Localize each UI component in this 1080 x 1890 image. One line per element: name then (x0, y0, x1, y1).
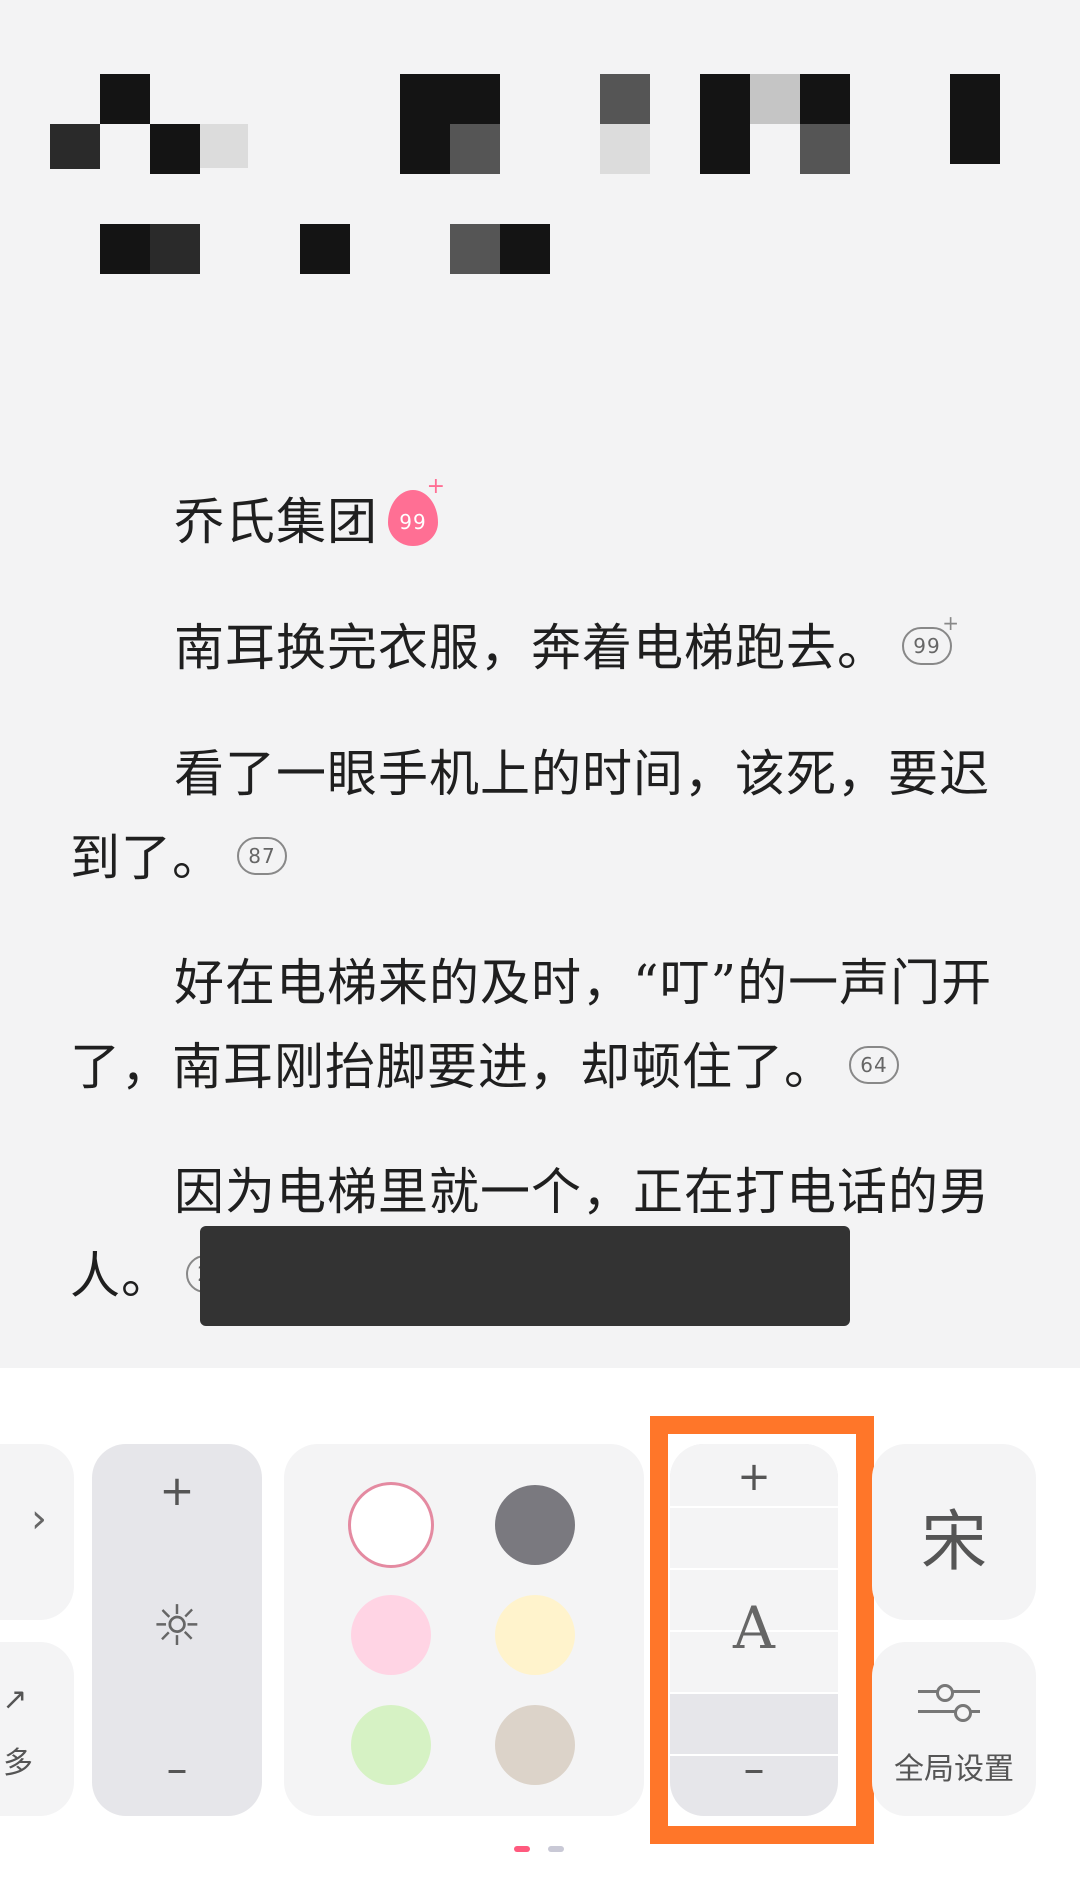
chapter-name: 乔氏集团 (174, 493, 378, 551)
background-color-swatch[interactable] (351, 1705, 431, 1785)
brightness-decrease-button[interactable]: – (92, 1744, 262, 1793)
background-color-swatch[interactable] (495, 1705, 575, 1785)
paragraph: 南耳换完衣服，奔着电梯跑去。 99 + (174, 611, 960, 677)
font-face-label: 宋 (921, 1503, 987, 1580)
paragraph-comment-bubble[interactable]: 87 (237, 837, 287, 875)
page-indicator (548, 1846, 564, 1852)
chapter-hot-badge[interactable]: 99 + (388, 476, 445, 546)
sliders-icon (918, 1682, 980, 1722)
paragraph: 看了一眼手机上的时间，该死，要迟到了。 87 (70, 745, 990, 887)
previous-option-card[interactable]: › (0, 1444, 74, 1620)
background-color-swatch-selected[interactable] (351, 1485, 431, 1565)
background-color-swatch[interactable] (351, 1595, 431, 1675)
global-settings-button[interactable]: 全局设置 (872, 1642, 1036, 1816)
highlight-frame (650, 1416, 874, 1844)
brightness-sun-icon: ☼ (151, 1594, 203, 1659)
font-face-button[interactable]: 宋 (872, 1444, 1036, 1620)
reading-area: 乔氏集团 99 + 南耳换完衣服，奔着电梯跑去。 99 + 看了一眼手机上的时间，该死，… (0, 0, 1080, 1368)
paragraph: 好在电梯来的及时，“叮”的一声门开了，南耳刚抬脚要进，却顿住了。 64 (70, 954, 993, 1096)
more-settings-label: 多 (3, 1746, 33, 1781)
more-settings-card[interactable]: ↗ 多 (0, 1642, 74, 1816)
global-settings-label: 全局设置 (894, 1752, 1014, 1787)
chevron-right-icon: › (31, 1496, 47, 1542)
background-color-swatch[interactable] (495, 1595, 575, 1675)
background-color-swatch[interactable] (495, 1485, 575, 1565)
more-icon: ↗ (2, 1682, 28, 1717)
brightness-control[interactable]: + ☼ – (92, 1444, 262, 1816)
page-indicator-active (514, 1846, 530, 1852)
chapter-name-line: 乔氏集团 99 + (70, 476, 1015, 564)
paragraph-comment-bubble[interactable]: 99 + (902, 613, 959, 665)
paragraph-comment-bubble[interactable]: 64 (849, 1046, 899, 1084)
redaction-overlay (200, 1226, 850, 1326)
brightness-increase-button[interactable]: + (92, 1466, 262, 1515)
background-color-palette (284, 1444, 644, 1816)
